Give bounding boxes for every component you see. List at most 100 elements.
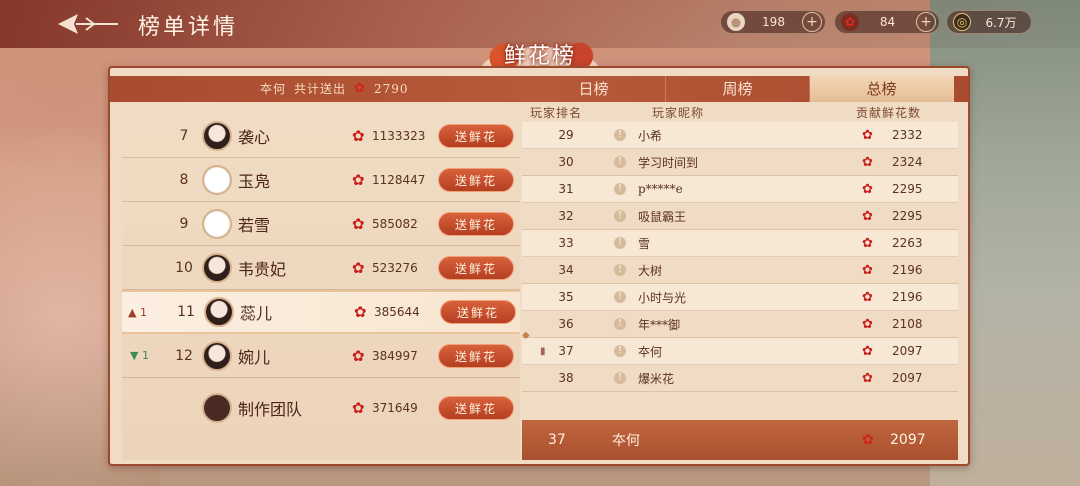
table-row[interactable]: 32! 吸鼠霸王 ✿ 2295 bbox=[522, 203, 958, 230]
info-icon[interactable]: ! bbox=[614, 210, 626, 222]
info-icon[interactable]: ! bbox=[614, 372, 626, 384]
flower-amount: 1133323 bbox=[372, 128, 426, 143]
avatar[interactable] bbox=[202, 164, 232, 195]
add-rose-button[interactable]: + bbox=[916, 12, 936, 32]
total-sent-label: 共计送出 bbox=[294, 82, 347, 96]
player-name: 蕊儿 bbox=[240, 304, 273, 323]
table-row[interactable]: 31! p*****e ✿ 2295 bbox=[522, 176, 958, 203]
col-flowers: 贡献鲜花数 bbox=[856, 106, 922, 120]
rose-icon: ✿ bbox=[354, 303, 367, 321]
rank: 38 bbox=[558, 371, 574, 385]
list-item-selected[interactable]: ▲ 1 11 蕊儿 ✿ 385644 送鲜花 bbox=[122, 290, 520, 334]
rank: 36 bbox=[558, 317, 574, 331]
info-icon[interactable]: ! bbox=[614, 129, 626, 141]
info-icon[interactable]: ! bbox=[614, 318, 626, 330]
send-flower-button[interactable]: 送鲜花 bbox=[438, 211, 514, 236]
tab-weekly[interactable]: 周榜 bbox=[666, 76, 810, 102]
team-avatar[interactable] bbox=[202, 393, 232, 423]
table-row[interactable]: 35! 小时与光 ✿ 2196 bbox=[522, 284, 958, 311]
flower-amount: 2295 bbox=[892, 209, 923, 223]
column-headers: 玩家排名 玩家昵称 贡献鲜花数 bbox=[522, 102, 958, 120]
my-flower-amount: 2097 bbox=[890, 432, 926, 448]
rank: 10 bbox=[175, 259, 193, 276]
flower-amount: 2097 bbox=[892, 371, 923, 385]
flower-amount: 2196 bbox=[892, 290, 923, 304]
list-item-team[interactable]: 制作团队 ✿ 371649 送鲜花 bbox=[122, 382, 520, 434]
page-title: 榜单详情 bbox=[138, 15, 239, 40]
flower-amount: 371649 bbox=[372, 401, 418, 415]
list-item[interactable]: 10 韦贵妃 ✿ 523276 送鲜花 bbox=[122, 246, 520, 290]
avatar[interactable] bbox=[202, 340, 232, 371]
rank-down-indicator: ▼ 1 bbox=[130, 349, 149, 362]
coin-resource: ◎ 6.7万 bbox=[946, 10, 1032, 34]
my-rank: 37 bbox=[548, 432, 566, 448]
rose-icon: ✿ bbox=[862, 289, 873, 305]
rank: 35 bbox=[558, 290, 574, 304]
table-row[interactable]: 34! 大树 ✿ 2196 bbox=[522, 257, 958, 284]
avatar[interactable] bbox=[202, 252, 232, 283]
table-row[interactable]: 33! 雪 ✿ 2263 bbox=[522, 230, 958, 257]
rose-icon: ✿ bbox=[352, 346, 365, 365]
rank: 33 bbox=[558, 236, 574, 250]
flower-amount: 2263 bbox=[892, 236, 923, 250]
rose-icon: ✿ bbox=[352, 258, 365, 277]
flower-amount: 385644 bbox=[374, 305, 420, 319]
player-name: 夲何 bbox=[638, 344, 663, 359]
rose-icon: ✿ bbox=[862, 235, 873, 251]
player-name: 袭心 bbox=[238, 127, 271, 147]
top-player-list[interactable]: 7 袭心 ✿ 1133323 送鲜花 8 玉凫 ✿ 1128447 送鲜花 9 … bbox=[122, 112, 520, 460]
list-item[interactable]: 8 玉凫 ✿ 1128447 送鲜花 bbox=[122, 158, 520, 202]
player-name: 韦贵妃 bbox=[238, 259, 287, 279]
tab-daily[interactable]: 日榜 bbox=[522, 76, 666, 102]
rose-icon: ✿ bbox=[862, 208, 873, 224]
info-icon[interactable]: ! bbox=[614, 345, 626, 357]
player-name: 小时与光 bbox=[638, 290, 687, 305]
send-flower-button[interactable]: 送鲜花 bbox=[438, 255, 514, 280]
total-sent-value: 2790 bbox=[373, 81, 409, 96]
send-flower-button[interactable]: 送鲜花 bbox=[438, 396, 514, 420]
table-row-me[interactable]: ▮ 37! 夲何 ✿ 2097 bbox=[522, 338, 958, 365]
add-egg-button[interactable]: + bbox=[802, 12, 822, 32]
rank-change: 1 bbox=[141, 349, 149, 362]
flower-amount: 2295 bbox=[892, 182, 923, 196]
flower-amount: 2324 bbox=[892, 155, 923, 169]
rank-change: 1 bbox=[139, 305, 147, 319]
list-item[interactable]: 9 若雪 ✿ 585082 送鲜花 bbox=[122, 202, 520, 246]
rank: 37 bbox=[558, 344, 574, 358]
table-row[interactable]: 36! 年***御 ✿ 2108 bbox=[522, 311, 958, 338]
send-flower-button[interactable]: 送鲜花 bbox=[440, 300, 516, 324]
ranking-list[interactable]: 29! 小希 ✿ 2332 30! 学习时间到 ✿ 2324 31! p*****e ✿ 2295… bbox=[522, 120, 958, 416]
flower-amount: 585082 bbox=[372, 216, 418, 231]
send-flower-button[interactable]: 送鲜花 bbox=[438, 123, 514, 148]
rose-icon: ✿ bbox=[352, 126, 365, 145]
table-row[interactable]: 29! 小希 ✿ 2332 bbox=[522, 122, 958, 149]
avatar[interactable] bbox=[202, 208, 232, 239]
send-flower-button[interactable]: 送鲜花 bbox=[438, 343, 514, 368]
rose-icon: ✿ bbox=[862, 154, 873, 170]
table-row[interactable]: 38! 爆米花 ✿ 2097 bbox=[522, 365, 958, 392]
list-item[interactable]: 7 袭心 ✿ 1133323 送鲜花 bbox=[122, 114, 520, 158]
list-item[interactable]: ▼ 1 12 婉儿 ✿ 384997 送鲜花 bbox=[122, 334, 520, 378]
info-icon[interactable]: ! bbox=[614, 237, 626, 249]
player-name: 学习时间到 bbox=[638, 155, 699, 170]
flower-amount: 2108 bbox=[892, 317, 923, 331]
table-row[interactable]: 30! 学习时间到 ✿ 2324 bbox=[522, 149, 958, 176]
rank: 31 bbox=[558, 182, 574, 196]
info-icon[interactable]: ! bbox=[614, 156, 626, 168]
info-icon[interactable]: ! bbox=[614, 183, 626, 195]
back-button[interactable] bbox=[56, 10, 120, 38]
player-name: 若雪 bbox=[238, 215, 271, 235]
avatar[interactable] bbox=[204, 297, 234, 327]
info-icon[interactable]: ! bbox=[614, 291, 626, 303]
flower-amount: 2196 bbox=[892, 263, 923, 277]
avatar[interactable] bbox=[202, 120, 232, 151]
rose-icon: ✿ bbox=[862, 432, 874, 448]
info-icon[interactable]: ! bbox=[614, 264, 626, 276]
egg-resource: ● 198 + bbox=[720, 10, 826, 34]
rose-resource: ✿ 84 + bbox=[834, 10, 940, 34]
rank: 8 bbox=[179, 171, 189, 188]
send-flower-button[interactable]: 送鲜花 bbox=[438, 167, 514, 192]
self-marker-icon: ▮ bbox=[540, 345, 546, 357]
tab-total[interactable]: 总榜 bbox=[810, 76, 954, 102]
rank: 34 bbox=[558, 263, 574, 277]
